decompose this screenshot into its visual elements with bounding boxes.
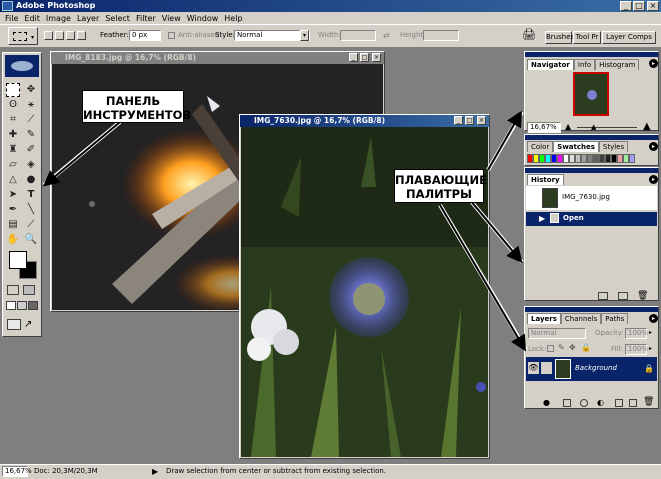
tools-callout-line1: ПАНЕЛЬ bbox=[105, 94, 161, 108]
tools-arrow bbox=[42, 121, 121, 187]
foreground-color-swatch[interactable] bbox=[9, 251, 27, 269]
palette-arrow-navigator bbox=[487, 110, 522, 171]
palettes-callout-line2: ПАЛИТРЫ bbox=[406, 187, 472, 201]
status-arrow-icon[interactable]: ▶ bbox=[152, 465, 158, 478]
tools-panel-callout: ПАНЕЛЬ ИНСТРУМЕНТОВ bbox=[82, 90, 192, 123]
status-bar: 16,67% Doc: 20,3M/20,3M ▶ Draw selection… bbox=[0, 464, 661, 479]
floating-palettes-callout: ПЛАВАЮЩИЕ ПАЛИТРЫ bbox=[394, 169, 487, 203]
palettes-callout-line1: ПЛАВАЮЩИЕ bbox=[395, 173, 487, 187]
status-hint: Draw selection from center or subtract f… bbox=[166, 467, 387, 475]
palette-arrow-history bbox=[469, 199, 523, 264]
tools-callout-line2: ИНСТРУМЕНТОВ bbox=[83, 108, 192, 122]
annotation-arrows bbox=[42, 110, 528, 352]
palette-arrow-layers bbox=[439, 204, 527, 352]
status-zoom-field[interactable]: 16,67% bbox=[2, 466, 32, 477]
status-doc-size: Doc: 20,3M/20,3M bbox=[34, 467, 98, 475]
